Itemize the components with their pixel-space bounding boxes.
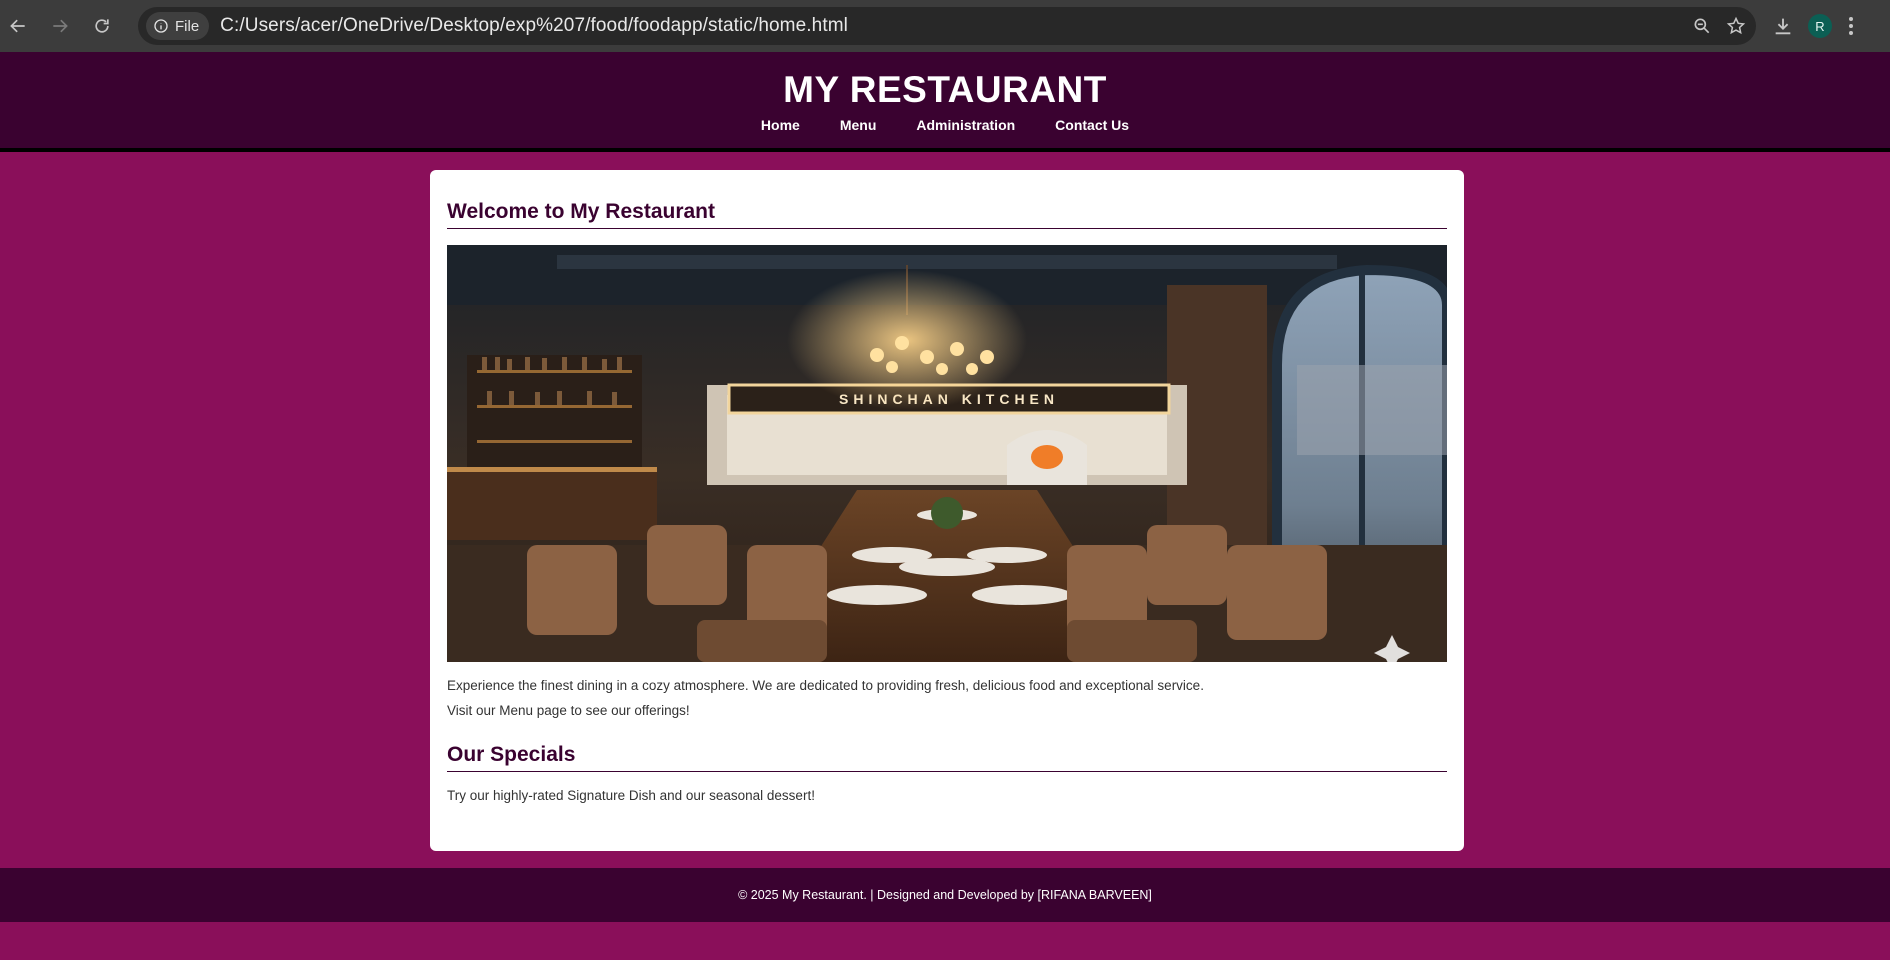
welcome-heading: Welcome to My Restaurant — [447, 200, 1447, 229]
address-bar[interactable]: File C:/Users/acer/OneDrive/Desktop/exp%… — [138, 7, 1756, 45]
site-chip-label: File — [175, 17, 200, 35]
forward-button[interactable] — [42, 8, 78, 44]
specials-text: Try our highly-rated Signature Dish and … — [447, 788, 815, 803]
site-footer: © 2025 My Restaurant. | Designed and Dev… — [0, 868, 1890, 922]
menu-prompt-text: Visit our Menu page to see our offerings… — [447, 703, 690, 718]
nav-contact-us[interactable]: Contact Us — [1035, 117, 1149, 133]
restaurant-interior-image: SHINCHAN KITCHEN — [447, 245, 1447, 662]
url-text[interactable]: C:/Users/acer/OneDrive/Desktop/exp%207/f… — [220, 15, 848, 37]
menu-icon[interactable] — [1846, 15, 1856, 37]
nav-home[interactable]: Home — [741, 117, 820, 133]
zoom-icon[interactable] — [1692, 16, 1712, 36]
reload-button[interactable] — [84, 8, 120, 44]
info-icon — [154, 19, 168, 33]
content-card: Welcome to My Restaurant KITCHEN Experie… — [430, 170, 1464, 851]
intro-text: Experience the finest dining in a cozy a… — [447, 678, 1204, 693]
star-icon[interactable] — [1726, 16, 1746, 36]
download-icon[interactable] — [1772, 15, 1794, 37]
browser-toolbar: File C:/Users/acer/OneDrive/Desktop/exp%… — [0, 0, 1890, 52]
forward-icon — [53, 19, 68, 33]
specials-heading: Our Specials — [447, 743, 1447, 772]
main-nav: Home Menu Administration Contact Us — [0, 117, 1890, 133]
nav-administration[interactable]: Administration — [896, 117, 1035, 133]
site-header: MY RESTAURANT Home Menu Administration C… — [0, 52, 1890, 152]
footer-text: © 2025 My Restaurant. | Designed and Dev… — [738, 888, 1152, 902]
back-button[interactable] — [0, 8, 36, 44]
site-title: MY RESTAURANT — [783, 69, 1107, 110]
site-info-chip[interactable]: File — [146, 12, 210, 40]
back-icon — [10, 19, 25, 33]
profile-avatar[interactable]: R — [1808, 14, 1832, 38]
nav-menu[interactable]: Menu — [820, 117, 897, 133]
reload-icon — [95, 19, 109, 33]
